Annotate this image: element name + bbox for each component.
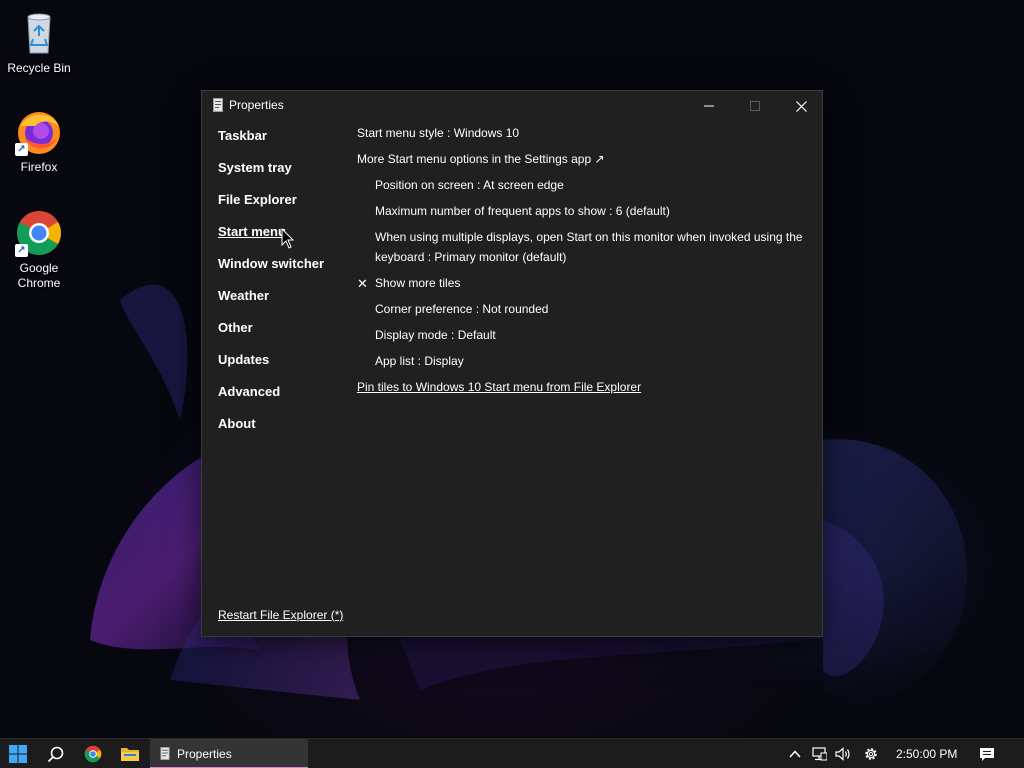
desktop-icon-label-line1: Google <box>19 261 59 275</box>
file-explorer-icon <box>121 748 139 761</box>
network-button[interactable] <box>807 739 831 768</box>
properties-window: Properties Taskbar System tray File Expl… <box>201 90 823 637</box>
taskbar-properties-window[interactable]: Properties <box>150 739 308 768</box>
taskbar-item-label: Properties <box>177 747 232 761</box>
desktop-icon-label: Recycle Bin <box>7 61 71 75</box>
app-list-setting[interactable]: App list : Display <box>375 354 464 368</box>
taskbar: Properties 2:50:00 PM <box>0 738 1024 768</box>
sidebar-item-updates[interactable]: Updates <box>218 352 269 367</box>
windows-start-icon <box>9 745 27 763</box>
notifications-button[interactable] <box>975 739 999 768</box>
pin-tiles-link[interactable]: Pin tiles to Windows 10 Start menu from … <box>357 380 641 394</box>
sidebar-item-about[interactable]: About <box>218 416 256 431</box>
app-icon <box>213 98 223 112</box>
minimize-icon <box>704 105 714 107</box>
notification-icon <box>980 747 994 761</box>
volume-icon <box>835 747 850 761</box>
desktop-icon-label-line2: Chrome <box>17 276 61 290</box>
checkmark-icon: ✕ <box>357 276 368 291</box>
mouse-cursor-icon <box>281 228 295 249</box>
show-hidden-icons-button[interactable] <box>783 739 807 768</box>
settings-button[interactable] <box>859 739 883 768</box>
multiple-displays-setting[interactable]: When using multiple displays, open Start… <box>375 227 803 267</box>
sidebar-item-other[interactable]: Other <box>218 320 253 335</box>
desktop-icon-recycle-bin[interactable]: Recycle Bin <box>1 9 77 76</box>
close-icon <box>795 100 807 112</box>
display-mode-setting[interactable]: Display mode : Default <box>375 328 496 342</box>
show-more-tiles-label: Show more tiles <box>375 276 461 290</box>
corner-preference-setting[interactable]: Corner preference : Not rounded <box>375 302 548 316</box>
chevron-up-icon <box>789 750 801 758</box>
minimize-button[interactable] <box>686 91 732 121</box>
desktop-icon-firefox[interactable]: ↗ Firefox <box>1 108 77 175</box>
more-start-menu-options-link[interactable]: More Start menu options in the Settings … <box>357 152 605 166</box>
title-bar[interactable]: Properties <box>202 91 822 121</box>
sidebar-item-advanced[interactable]: Advanced <box>218 384 280 399</box>
sidebar-item-file-explorer[interactable]: File Explorer <box>218 192 297 207</box>
recycle-bin-icon <box>15 9 63 57</box>
firefox-icon: ↗ <box>15 108 63 156</box>
position-on-screen-setting[interactable]: Position on screen : At screen edge <box>375 178 564 192</box>
search-button[interactable] <box>37 739 73 768</box>
taskbar-chrome-button[interactable] <box>75 739 111 768</box>
close-button[interactable] <box>778 91 824 121</box>
taskbar-file-explorer-button[interactable] <box>112 739 148 768</box>
sidebar-item-system-tray[interactable]: System tray <box>218 160 292 175</box>
window-title: Properties <box>229 98 284 112</box>
sidebar-item-window-switcher[interactable]: Window switcher <box>218 256 324 271</box>
shortcut-arrow-icon: ↗ <box>15 244 28 257</box>
sidebar-item-start-menu[interactable]: Start menu <box>218 224 286 239</box>
desktop-icon-label: Firefox <box>20 160 58 174</box>
taskbar-clock[interactable]: 2:50:00 PM <box>896 747 957 761</box>
start-menu-style-setting[interactable]: Start menu style : Windows 10 <box>357 126 519 140</box>
shortcut-arrow-icon: ↗ <box>15 143 28 156</box>
start-button[interactable] <box>0 739 36 768</box>
show-more-tiles-toggle[interactable]: ✕ Show more tiles <box>357 276 461 291</box>
search-icon <box>47 746 63 762</box>
sidebar-item-weather[interactable]: Weather <box>218 288 269 303</box>
desktop-icon-google-chrome[interactable]: ↗ Google Chrome <box>1 209 77 291</box>
maximize-button[interactable] <box>732 91 778 121</box>
gear-icon <box>865 748 877 760</box>
app-icon <box>160 747 170 760</box>
chrome-icon <box>84 745 102 763</box>
chrome-icon: ↗ <box>15 209 63 257</box>
max-frequent-apps-setting[interactable]: Maximum number of frequent apps to show … <box>375 204 670 218</box>
sidebar-item-taskbar[interactable]: Taskbar <box>218 128 267 143</box>
restart-file-explorer-link[interactable]: Restart File Explorer (*) <box>218 608 343 622</box>
network-icon <box>812 747 827 761</box>
volume-button[interactable] <box>831 739 855 768</box>
maximize-icon <box>750 101 760 111</box>
